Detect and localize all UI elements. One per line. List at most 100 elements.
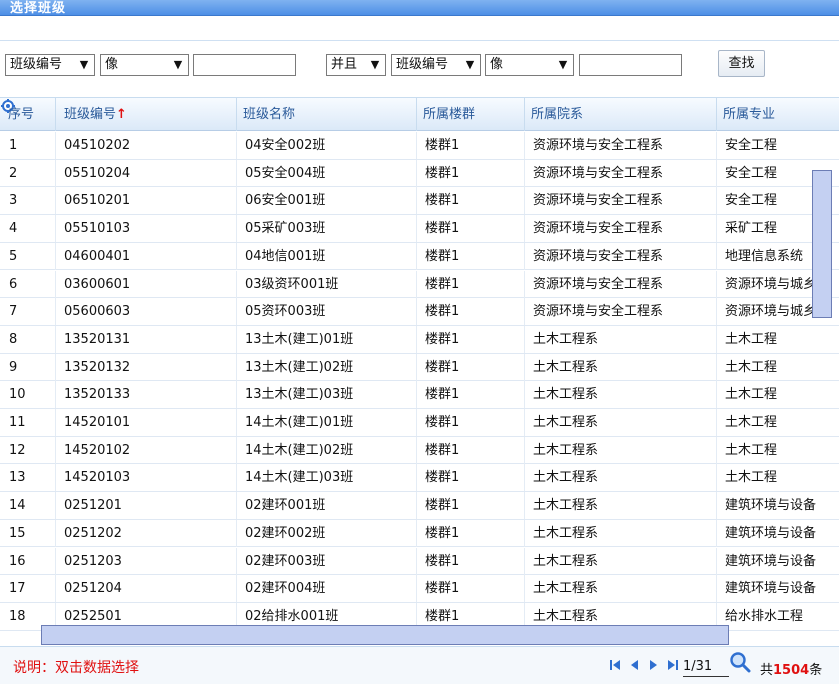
table-row[interactable]: 2 05510204 05安全004班 楼群1 资源环境与安全工程系 安全工程 xyxy=(0,159,839,188)
cell-class-name: 02建环001班 xyxy=(237,492,417,520)
search-button[interactable]: 查找 xyxy=(718,50,765,77)
vertical-scrollbar-thumb[interactable] xyxy=(812,170,832,318)
cell-index: 16 xyxy=(0,547,56,575)
cell-building: 楼群1 xyxy=(417,409,525,436)
operator-select-2-value: 像 xyxy=(490,57,504,72)
cell-major: 安全工程 xyxy=(725,138,778,153)
cell-department: 资源环境与安全工程系 xyxy=(525,159,717,187)
col-header-class-code[interactable]: 班级编号↑ xyxy=(56,98,237,131)
first-page-icon[interactable] xyxy=(609,658,621,672)
table-row[interactable]: 16 0251203 02建环003班 楼群1 土木工程系 建筑环境与设备 xyxy=(0,547,839,576)
cell-major: 给水排水工程 xyxy=(725,608,804,624)
cell-class-name: 02建环003班 xyxy=(237,547,417,575)
cell-class-name: 05安全004班 xyxy=(237,159,417,187)
cell-class-code: 14520103 xyxy=(56,464,237,492)
table-row[interactable]: 11 14520101 14土木(建工)01班 楼群1 土木工程系 土木工程 xyxy=(0,409,839,437)
table-row[interactable]: 4 05510103 05采矿003班 楼群1 资源环境与安全工程系 采矿工程 xyxy=(0,215,839,243)
cell-class-code: 0251203 xyxy=(56,547,237,575)
table-row[interactable]: 8 13520131 13土木(建工)01班 楼群1 土木工程系 土木工程 xyxy=(0,325,839,354)
operator-select-1-value: 像 xyxy=(105,57,119,72)
cell-class-name: 02建环004班 xyxy=(237,575,417,603)
cell-class-code: 13520133 xyxy=(56,381,237,409)
cell-building: 楼群1 xyxy=(417,215,525,243)
chevron-down-icon: ▼ xyxy=(558,58,568,71)
table-row[interactable]: 10 13520133 13土木(建工)03班 楼群1 土木工程系 土木工程 xyxy=(0,381,839,409)
last-page-icon[interactable] xyxy=(667,658,679,672)
cell-index: 10 xyxy=(0,381,56,409)
cell-class-code: 06510201 xyxy=(56,187,237,215)
cell-index: 9 xyxy=(0,353,56,381)
cell-department: 土木工程系 xyxy=(525,547,717,575)
cell-major: 建筑环境与设备 xyxy=(725,553,817,569)
table-row[interactable]: 7 05600603 05资环003班 楼群1 资源环境与安全工程系 资源环境与城乡 xyxy=(0,298,839,326)
col-header-index[interactable]: 序号 xyxy=(0,98,56,131)
total-suffix: 条 xyxy=(809,663,823,678)
cell-class-name: 05资环003班 xyxy=(237,298,417,326)
chevron-down-icon: ▼ xyxy=(370,58,380,71)
field-select-1-value: 班级编号 xyxy=(10,57,63,72)
cell-building: 楼群1 xyxy=(417,298,525,326)
prev-page-icon[interactable] xyxy=(628,658,640,672)
table-row[interactable]: 3 06510201 06安全001班 楼群1 资源环境与安全工程系 安全工程 xyxy=(0,187,839,216)
cell-class-code: 13520131 xyxy=(56,325,237,353)
logic-select[interactable]: 并且 ▼ xyxy=(326,54,386,76)
table-row[interactable]: 5 04600401 04地信001班 楼群1 资源环境与安全工程系 地理信息系统 xyxy=(0,242,839,271)
col-header-building[interactable]: 所属楼群 xyxy=(417,98,525,131)
table-row[interactable]: 9 13520132 13土木(建工)02班 楼群1 土木工程系 土木工程 xyxy=(0,353,839,382)
table-row[interactable]: 6 03600601 03级资环001班 楼群1 资源环境与安全工程系 资源环境与城乡 xyxy=(0,270,839,299)
field-select-1[interactable]: 班级编号 ▼ xyxy=(5,54,95,76)
cell-building: 楼群1 xyxy=(417,547,525,575)
next-page-icon[interactable] xyxy=(648,658,660,672)
table-row[interactable]: 1 04510202 04安全002班 楼群1 资源环境与安全工程系 安全工程 xyxy=(0,132,839,160)
cell-class-code: 14520101 xyxy=(56,409,237,436)
grid-footer: 说明：双击数据选择 1/31 共1504条 xyxy=(0,646,839,684)
cell-major: 土木工程 xyxy=(725,470,778,486)
cell-department: 土木工程系 xyxy=(525,325,717,353)
page-number-input[interactable]: 1/31 xyxy=(683,657,729,677)
cell-major: 土木工程 xyxy=(725,442,778,458)
cell-class-name: 14土木(建工)03班 xyxy=(237,464,417,492)
window-title: 选择班级 xyxy=(10,1,67,16)
chevron-down-icon: ▼ xyxy=(79,58,89,71)
table-row[interactable]: 17 0251204 02建环004班 楼群1 土木工程系 建筑环境与设备 xyxy=(0,575,839,603)
table-row[interactable]: 14 0251201 02建环001班 楼群1 土木工程系 建筑环境与设备 xyxy=(0,492,839,520)
chevron-down-icon: ▼ xyxy=(173,58,183,71)
col-header-department[interactable]: 所属院系 xyxy=(525,98,717,131)
field-select-2[interactable]: 班级编号 ▼ xyxy=(391,54,481,76)
cell-index: 12 xyxy=(0,436,56,464)
total-count: 共1504条 xyxy=(760,659,822,678)
col-header-class-code-label: 班级编号 xyxy=(64,107,117,122)
col-header-class-name[interactable]: 班级名称 xyxy=(237,98,417,131)
cell-class-name: 14土木(建工)01班 xyxy=(237,409,417,436)
cell-class-name: 02建环002班 xyxy=(237,519,417,547)
col-header-class-name-label: 班级名称 xyxy=(243,107,296,122)
cell-class-code: 13520132 xyxy=(56,353,237,381)
cell-department: 土木工程系 xyxy=(525,381,717,409)
col-header-major[interactable]: 所属专业 xyxy=(717,98,839,131)
operator-select-1[interactable]: 像 ▼ xyxy=(100,54,189,76)
cell-major: 土木工程 xyxy=(725,359,778,375)
value-input-2[interactable] xyxy=(579,54,682,76)
table-row[interactable]: 13 14520103 14土木(建工)03班 楼群1 土木工程系 土木工程 xyxy=(0,464,839,493)
cell-department: 资源环境与安全工程系 xyxy=(525,270,717,298)
cell-class-code: 14520102 xyxy=(56,436,237,464)
cell-department: 土木工程系 xyxy=(525,492,717,520)
value-input-1[interactable] xyxy=(193,54,296,76)
total-number: 1504 xyxy=(773,663,810,678)
cell-class-code: 04600401 xyxy=(56,242,237,270)
cell-index: 8 xyxy=(0,325,56,353)
table-row[interactable]: 15 0251202 02建环002班 楼群1 土木工程系 建筑环境与设备 xyxy=(0,519,839,548)
cell-class-name: 13土木(建工)02班 xyxy=(237,353,417,381)
sort-ascending-icon: ↑ xyxy=(116,107,127,122)
operator-select-2[interactable]: 像 ▼ xyxy=(485,54,574,76)
cell-department: 土木工程系 xyxy=(525,436,717,464)
cell-major: 建筑环境与设备 xyxy=(725,498,817,514)
magnifier-icon[interactable] xyxy=(729,651,751,673)
cell-department: 资源环境与安全工程系 xyxy=(525,132,717,159)
cell-class-code: 0251201 xyxy=(56,492,237,520)
col-header-index-label: 序号 xyxy=(8,107,35,122)
cell-class-name: 04地信001班 xyxy=(237,242,417,270)
horizontal-scrollbar-thumb[interactable] xyxy=(41,625,729,645)
cell-class-code: 0251202 xyxy=(56,519,237,547)
table-row[interactable]: 12 14520102 14土木(建工)02班 楼群1 土木工程系 土木工程 xyxy=(0,436,839,465)
